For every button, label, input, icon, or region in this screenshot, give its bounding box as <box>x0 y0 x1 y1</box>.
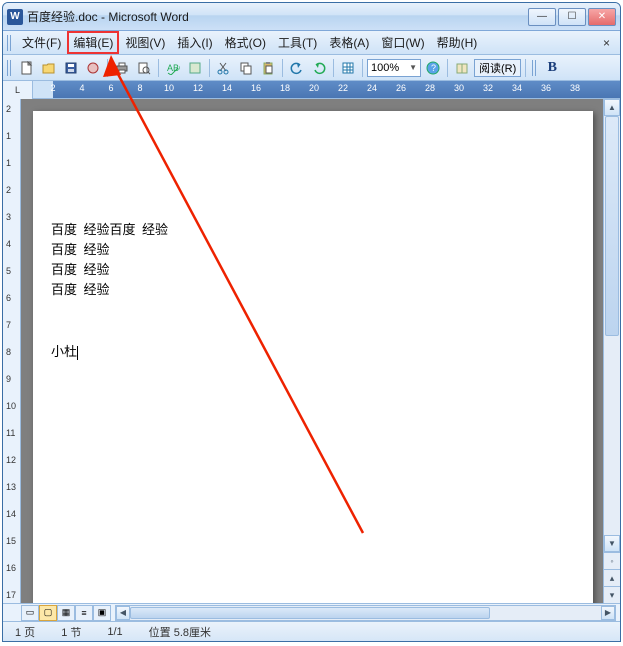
cut-button[interactable] <box>214 58 234 78</box>
save-button[interactable] <box>61 58 81 78</box>
scroll-up-button[interactable]: ▲ <box>604 99 620 116</box>
menu-insert[interactable]: 插入(I) <box>171 31 218 54</box>
print-layout-view-button[interactable]: ▢ <box>39 605 57 621</box>
bold-button[interactable]: B <box>542 58 562 78</box>
bottom-bar: ▭ ▢ ▦ ≡ ▣ ◀ ▶ <box>3 603 620 621</box>
window-title: 百度经验.doc - Microsoft Word <box>27 8 528 25</box>
menu-help[interactable]: 帮助(H) <box>431 31 484 54</box>
menubar-grip[interactable] <box>7 35 13 51</box>
ruler-row: L 2468101214161820222426283032343638 <box>3 81 620 99</box>
print-preview-button[interactable] <box>134 58 154 78</box>
open-button[interactable] <box>39 58 59 78</box>
titlebar: W 百度经验.doc - Microsoft Word — ☐ ✕ <box>3 3 620 31</box>
help-button[interactable]: ? <box>423 58 443 78</box>
menubar-close-icon[interactable]: × <box>597 36 616 50</box>
research-button[interactable] <box>185 58 205 78</box>
paste-button[interactable] <box>258 58 278 78</box>
redo-button[interactable] <box>309 58 329 78</box>
toolbar-sep <box>447 59 448 77</box>
toolbar-sep <box>333 59 334 77</box>
toolbar-sep <box>282 59 283 77</box>
permission-button[interactable] <box>83 58 103 78</box>
undo-button[interactable] <box>287 58 307 78</box>
toolbar-sep <box>209 59 210 77</box>
scroll-track[interactable] <box>604 116 620 535</box>
toolbar-sep <box>362 59 363 77</box>
read-mode-button[interactable]: 阅读(R) <box>474 59 521 77</box>
window-buttons: — ☐ ✕ <box>528 8 616 26</box>
menubar: 文件(F) 编辑(E) 视图(V) 插入(I) 格式(O) 工具(T) 表格(A… <box>3 31 620 55</box>
doc-line[interactable]: 百度 经验 <box>51 239 110 258</box>
doc-cursor-line[interactable]: 小杜 <box>51 341 78 360</box>
ruler-corner[interactable]: L <box>3 81 33 99</box>
close-button[interactable]: ✕ <box>588 8 616 26</box>
read-label: 阅读(R) <box>479 60 516 76</box>
browse-object-button[interactable]: ◦ <box>604 552 620 569</box>
copy-button[interactable] <box>236 58 256 78</box>
horizontal-ruler[interactable]: 2468101214161820222426283032343638 <box>33 81 620 98</box>
doc-line[interactable]: 百度 经验百度 经验 <box>51 219 168 238</box>
doc-line[interactable]: 百度 经验 <box>51 279 110 298</box>
scroll-right-button[interactable]: ▶ <box>601 606 615 620</box>
toolbar-grip[interactable] <box>7 60 13 76</box>
scroll-thumb[interactable] <box>605 116 619 336</box>
spelling-button[interactable]: ABC <box>163 58 183 78</box>
new-doc-button[interactable] <box>17 58 37 78</box>
vertical-scrollbar[interactable]: ▲ ▼ ◦ ▴ ▾ <box>603 99 620 603</box>
toolbar-sep <box>158 59 159 77</box>
dropdown-arrow-icon: ▼ <box>409 63 417 72</box>
print-button[interactable] <box>112 58 132 78</box>
text-cursor <box>77 346 78 360</box>
view-buttons: ▭ ▢ ▦ ≡ ▣ <box>21 605 111 621</box>
toolbar-sep <box>107 59 108 77</box>
menu-view[interactable]: 视图(V) <box>119 31 171 54</box>
insert-table-button[interactable] <box>338 58 358 78</box>
doc-cursor-text: 小杜 <box>51 344 77 359</box>
status-pages: 1/1 <box>103 626 126 638</box>
prev-page-button[interactable]: ▴ <box>604 569 620 586</box>
horizontal-scrollbar[interactable]: ◀ ▶ <box>115 605 616 621</box>
menu-file[interactable]: 文件(F) <box>16 31 67 54</box>
toolbar-sep <box>525 59 526 77</box>
next-page-button[interactable]: ▾ <box>604 586 620 603</box>
minimize-button[interactable]: — <box>528 8 556 26</box>
menu-tools[interactable]: 工具(T) <box>272 31 323 54</box>
web-view-button[interactable]: ▦ <box>57 605 75 621</box>
app-window: W 百度经验.doc - Microsoft Word — ☐ ✕ 文件(F) … <box>2 2 621 642</box>
outline-view-button[interactable]: ≡ <box>75 605 93 621</box>
status-position: 位置 5.8厘米 <box>145 624 215 640</box>
toolbar: ABC 100% ▼ ? 阅读(R) B <box>3 55 620 81</box>
status-section: 1 节 <box>57 624 85 640</box>
content-area: 21123456789101112131415161718 百度 经验百度 经验… <box>3 99 620 603</box>
scroll-down-button[interactable]: ▼ <box>604 535 620 552</box>
zoom-combo[interactable]: 100% ▼ <box>367 59 421 77</box>
zoom-value: 100% <box>371 62 399 74</box>
menu-table[interactable]: 表格(A) <box>323 31 375 54</box>
menu-format[interactable]: 格式(O) <box>219 31 272 54</box>
reading-view-button[interactable]: ▣ <box>93 605 111 621</box>
svg-text:?: ? <box>431 63 436 73</box>
statusbar: 1 页 1 节 1/1 位置 5.8厘米 <box>3 621 620 641</box>
document-page[interactable]: 百度 经验百度 经验 百度 经验 百度 经验 百度 经验 小杜 <box>33 111 593 603</box>
hscroll-thumb[interactable] <box>130 607 490 619</box>
vertical-ruler[interactable]: 21123456789101112131415161718 <box>3 99 21 603</box>
scroll-left-button[interactable]: ◀ <box>116 606 130 620</box>
menu-edit[interactable]: 编辑(E) <box>67 31 119 54</box>
normal-view-button[interactable]: ▭ <box>21 605 39 621</box>
doc-line[interactable]: 百度 经验 <box>51 259 110 278</box>
maximize-button[interactable]: ☐ <box>558 8 586 26</box>
svg-text:ABC: ABC <box>167 63 180 73</box>
status-page: 1 页 <box>11 624 39 640</box>
menu-window[interactable]: 窗口(W) <box>375 31 430 54</box>
toolbar-grip-2[interactable] <box>532 60 538 76</box>
page-viewport: 百度 经验百度 经验 百度 经验 百度 经验 百度 经验 小杜 <box>21 99 603 603</box>
app-icon: W <box>7 9 23 25</box>
book-icon[interactable] <box>452 58 472 78</box>
